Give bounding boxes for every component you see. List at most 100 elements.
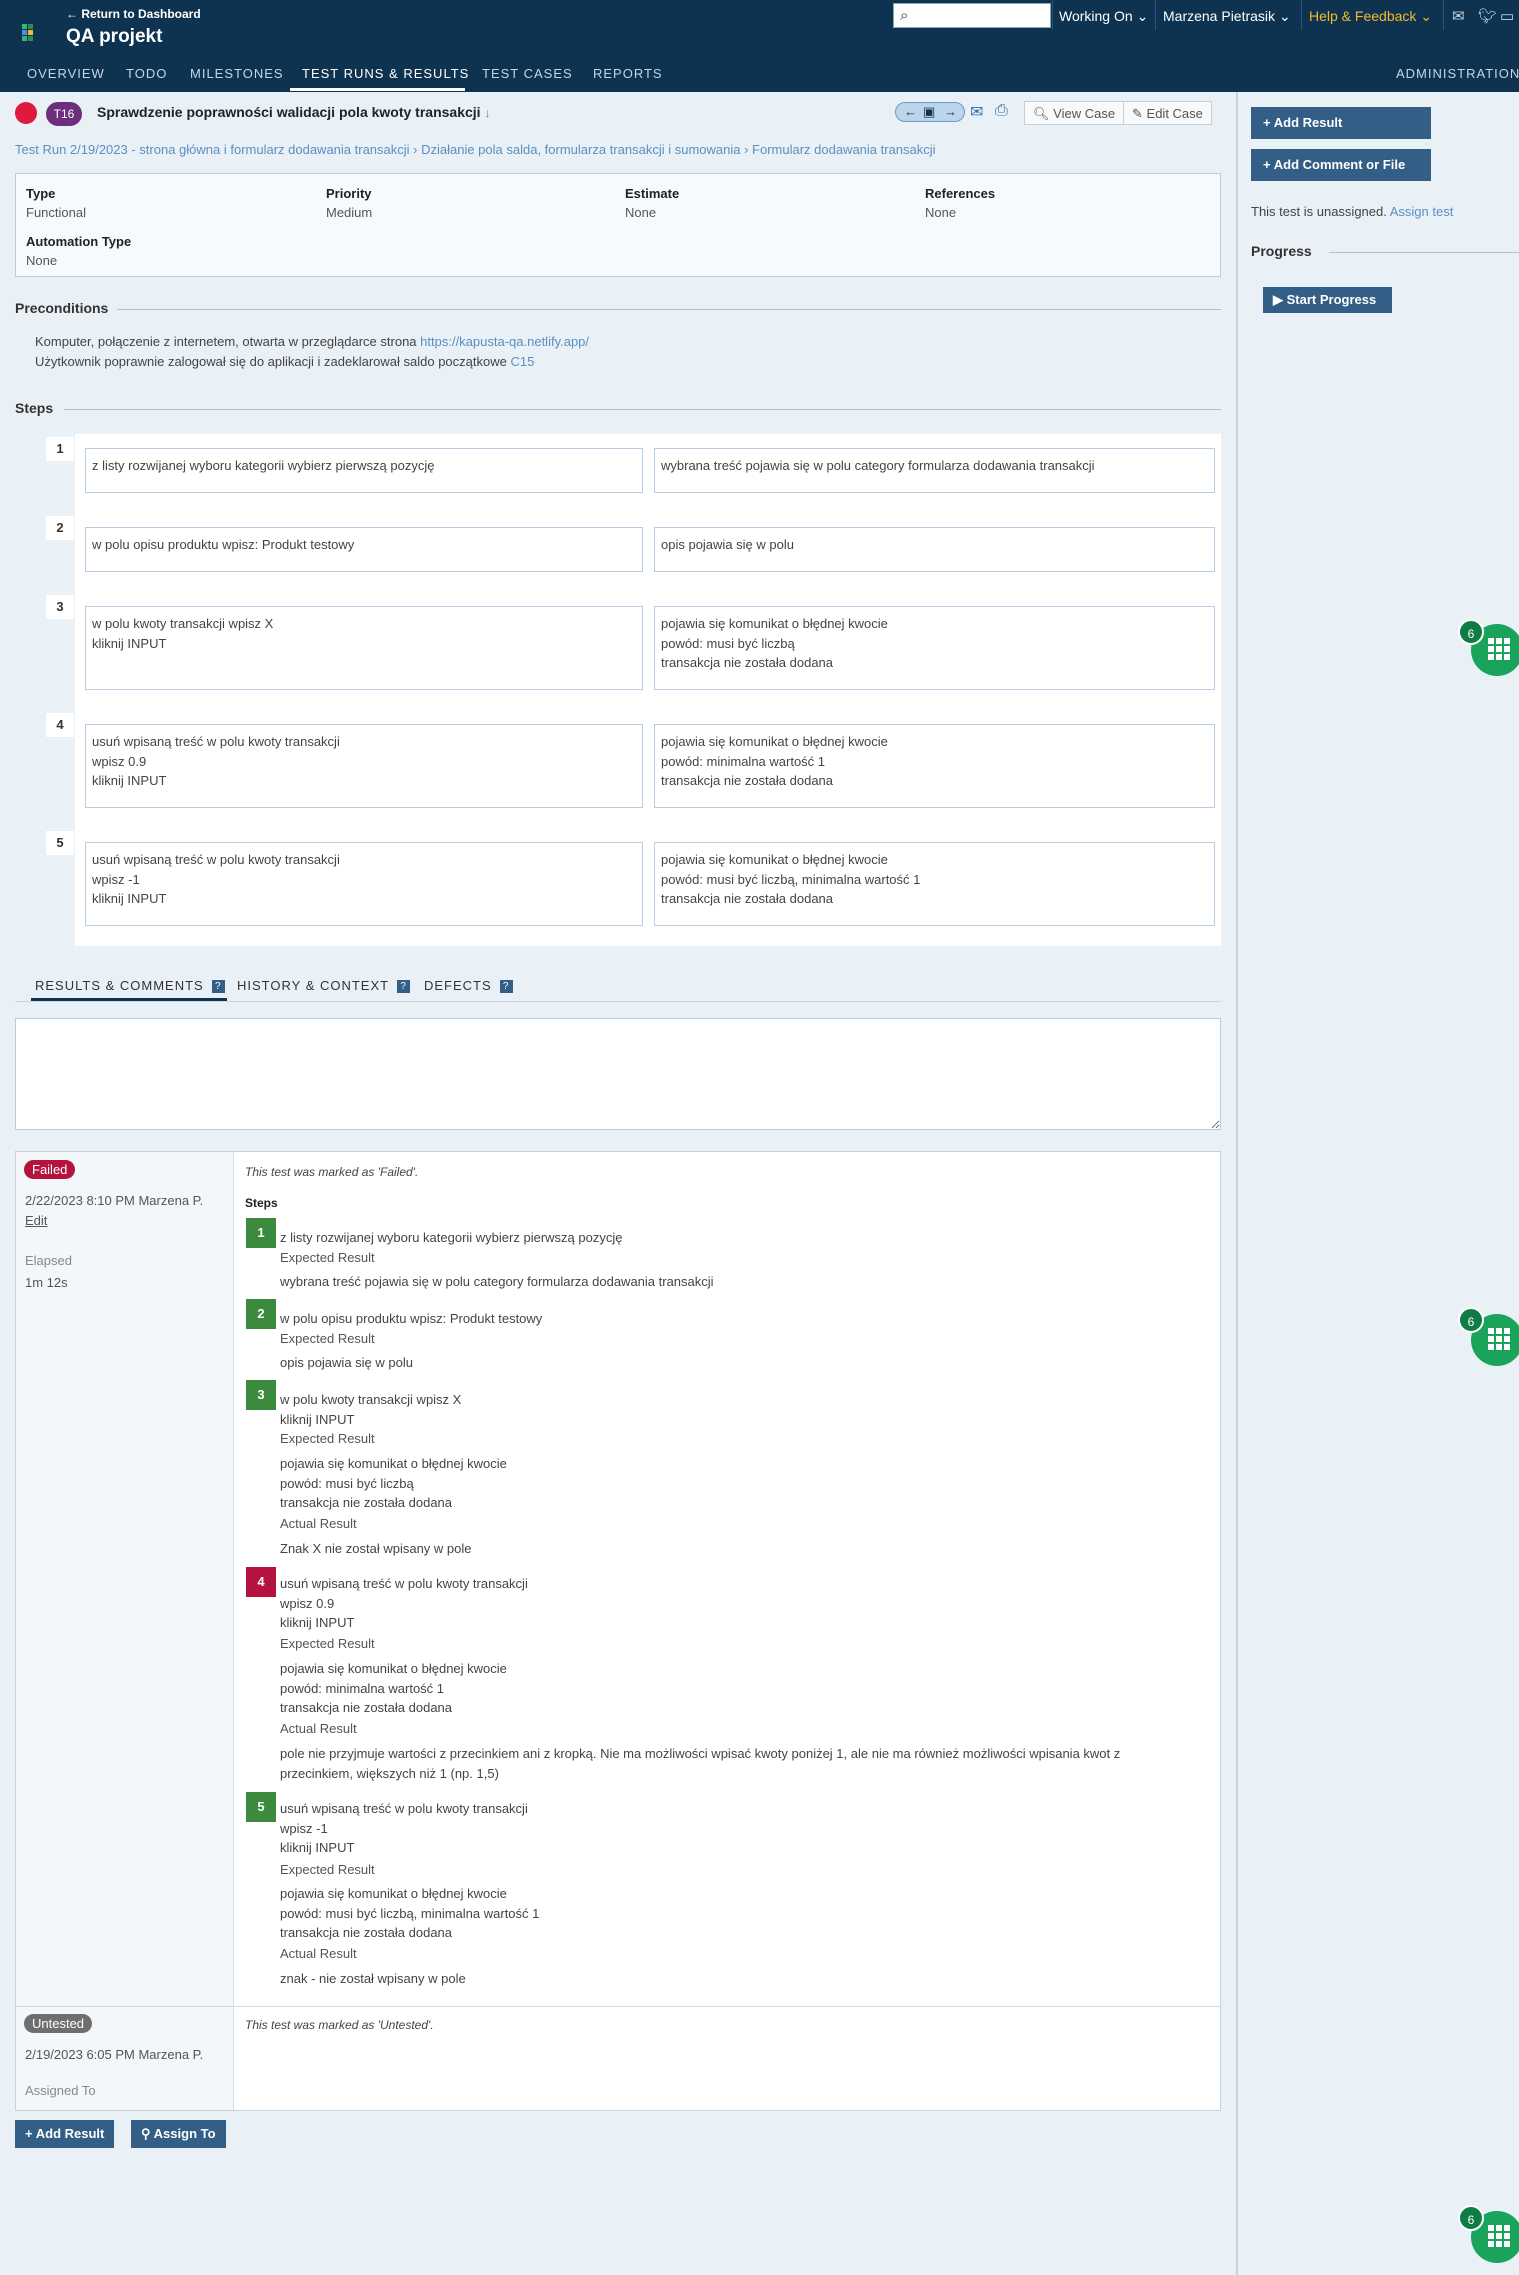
- help-feedback-menu[interactable]: Help & Feedback ⌄: [1309, 8, 1432, 25]
- result-step-action: w polu kwoty transakcji wpisz X kliknij …: [280, 1392, 462, 1427]
- nav-test-runs[interactable]: TEST RUNS & RESULTS: [302, 66, 469, 81]
- assign-test-link[interactable]: Assign test: [1390, 204, 1454, 219]
- result-step-expected: opis pojawia się w polu: [280, 1355, 413, 1370]
- chevron-down-icon: ⌄: [1278, 8, 1291, 24]
- divider: [64, 409, 1221, 410]
- comment-check-icon[interactable]: ✉: [970, 102, 983, 122]
- elapsed-value: 1m 12s: [25, 1275, 68, 1290]
- step-number: 1: [46, 437, 74, 461]
- help-icon[interactable]: ?: [211, 980, 225, 994]
- layout-icon[interactable]: ▭: [1500, 7, 1514, 25]
- step-action: w polu kwoty transakcji wpisz X kliknij …: [85, 606, 643, 690]
- case-link[interactable]: C15: [510, 354, 534, 369]
- result-step-expected: pojawia się komunikat o błędnej kwocie p…: [280, 1661, 507, 1715]
- actual-result-label: Actual Result: [280, 1946, 357, 1961]
- result-meta-column: [16, 1152, 234, 2110]
- user-assign-icon: ⚲: [141, 2126, 151, 2141]
- sidebar: [1236, 92, 1519, 2275]
- search-box[interactable]: ⌕: [893, 3, 1051, 28]
- plus-icon: +: [1263, 115, 1271, 130]
- nav-reports[interactable]: REPORTS: [593, 66, 663, 81]
- step-number: 4: [46, 713, 74, 737]
- test-title: Sprawdzenie poprawności walidacji pola k…: [97, 104, 490, 120]
- app-url-link[interactable]: https://kapusta-qa.netlify.app/: [420, 334, 589, 349]
- step-status-passed: 5: [246, 1792, 276, 1822]
- expected-result-label: Expected Result: [280, 1431, 375, 1446]
- result-step-action: usuń wpisaną treść w polu kwoty transakc…: [280, 1576, 528, 1630]
- add-result-label: Add Result: [35, 2126, 105, 2141]
- help-label: Help & Feedback: [1309, 8, 1417, 24]
- active-tab-indicator: [31, 998, 227, 1001]
- step-action: usuń wpisaną treść w polu kwoty transakc…: [85, 724, 643, 808]
- plus-icon: +: [25, 2126, 33, 2141]
- user-menu[interactable]: Marzena Pietrasik ⌄: [1163, 8, 1291, 25]
- start-progress-button[interactable]: ▶ Start Progress: [1263, 287, 1392, 313]
- breadcrumb[interactable]: Test Run 2/19/2023 - strona główna i for…: [15, 142, 936, 157]
- nav-overview[interactable]: OVERVIEW: [27, 66, 105, 81]
- test-title-text: Sprawdzenie poprawności walidacji pola k…: [97, 104, 481, 120]
- result-note: This test was marked as 'Failed'.: [245, 1165, 419, 1179]
- result-date: 2/22/2023 8:10 PM Marzena P.: [25, 1193, 204, 1208]
- unassigned-text: This test is unassigned.: [1251, 204, 1390, 219]
- tab-history-context[interactable]: HISTORY & CONTEXT?: [237, 978, 411, 994]
- step-action: z listy rozwijanej wyboru kategorii wybi…: [85, 448, 643, 493]
- bookmark-icon[interactable]: ▣: [923, 104, 935, 120]
- tab-label: RESULTS & COMMENTS: [35, 978, 204, 993]
- step-status-passed: 1: [246, 1218, 276, 1248]
- nav-todo[interactable]: TODO: [126, 66, 167, 81]
- type-label: Type: [26, 186, 56, 201]
- status-badge-untested: Untested: [24, 2014, 93, 2033]
- return-to-dashboard-link[interactable]: ← Return to Dashboard: [66, 7, 201, 21]
- result-date: 2/19/2023 6:05 PM Marzena P.: [25, 2047, 204, 2062]
- comment-textarea[interactable]: [15, 1018, 1221, 1130]
- next-arrow-icon[interactable]: →: [944, 104, 957, 119]
- step-expected: wybrana treść pojawia się w polu categor…: [654, 448, 1215, 493]
- edit-case-label: Edit Case: [1146, 106, 1203, 121]
- working-on-menu[interactable]: Working On ⌄: [1059, 8, 1148, 25]
- testrail-logo-icon[interactable]: [22, 24, 40, 42]
- chevron-down-icon: ⌄: [1136, 8, 1149, 24]
- view-icon: 🔍︎: [1033, 106, 1050, 121]
- nav-milestones[interactable]: MILESTONES: [190, 66, 284, 81]
- results-list: Failed 2/22/2023 8:10 PM Marzena P. Edit…: [15, 1151, 1221, 2111]
- user-name: Marzena Pietrasik: [1163, 8, 1276, 24]
- edit-result-link[interactable]: Edit: [25, 1213, 47, 1228]
- tab-results-comments[interactable]: RESULTS & COMMENTS?: [35, 978, 225, 994]
- progress-heading: Progress: [1251, 243, 1312, 259]
- plus-icon: +: [1263, 157, 1271, 172]
- grid-icon: [1488, 2225, 1510, 2247]
- sidebar-add-result-button[interactable]: + Add Result: [1251, 107, 1431, 139]
- divider: [117, 309, 1221, 310]
- previous-arrow-icon[interactable]: ←: [904, 104, 917, 119]
- search-input[interactable]: [918, 6, 1046, 25]
- results-tabs: RESULTS & COMMENTS? HISTORY & CONTEXT? D…: [15, 976, 1221, 1002]
- arrow-down-icon[interactable]: ↓: [484, 106, 490, 120]
- search-icon: ⌕: [900, 7, 909, 24]
- help-icon[interactable]: ?: [499, 980, 513, 994]
- tab-label: DEFECTS: [424, 978, 492, 993]
- assign-to-button[interactable]: ⚲ Assign To: [131, 2120, 226, 2148]
- test-details-box: Type Functional Priority Medium Estimate…: [15, 173, 1221, 277]
- nav-test-cases[interactable]: TEST CASES: [482, 66, 573, 81]
- tab-label: HISTORY & CONTEXT: [237, 978, 390, 993]
- edit-case-button[interactable]: ✎ Edit Case: [1123, 101, 1212, 125]
- step-action: w polu opisu produktu wpisz: Produkt tes…: [85, 527, 643, 572]
- play-icon: ▶: [1273, 292, 1283, 307]
- add-comment-button[interactable]: + Add Comment or File: [1251, 149, 1431, 181]
- expected-result-label: Expected Result: [280, 1862, 375, 1877]
- result-step-expected: pojawia się komunikat o błędnej kwocie p…: [280, 1886, 540, 1940]
- view-case-button[interactable]: 🔍︎ View Case: [1024, 101, 1125, 125]
- step-expected: pojawia się komunikat o błędnej kwocie p…: [654, 842, 1215, 926]
- print-icon[interactable]: ⎙: [995, 102, 1008, 120]
- step-expected: opis pojawia się w polu: [654, 527, 1215, 572]
- working-on-label: Working On: [1059, 8, 1133, 24]
- mail-icon[interactable]: ✉: [1452, 7, 1465, 25]
- widget-count-badge: 6: [1458, 619, 1484, 645]
- help-icon[interactable]: ?: [397, 980, 411, 994]
- result-step-actual: znak - nie został wpisany w pole: [280, 1971, 466, 1986]
- nav-administration[interactable]: ADMINISTRATION: [1396, 66, 1519, 81]
- tab-defects[interactable]: DEFECTS?: [424, 978, 513, 994]
- add-result-button[interactable]: + Add Result: [15, 2120, 115, 2148]
- twitter-icon[interactable]: 🐦︎: [1478, 7, 1497, 25]
- test-navigation: ← ▣ →: [895, 102, 965, 122]
